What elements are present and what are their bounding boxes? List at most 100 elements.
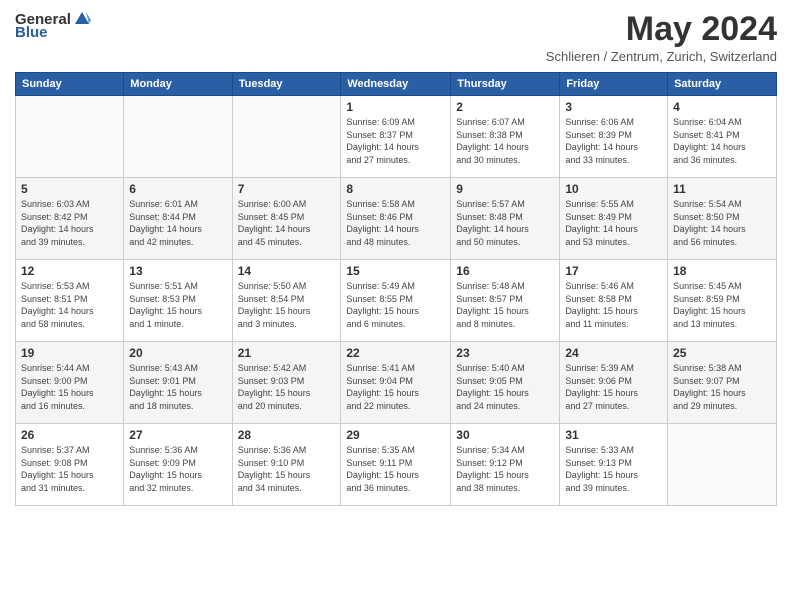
- day-number: 30: [456, 428, 554, 442]
- table-row: 14 Sunrise: 5:50 AM Sunset: 8:54 PM Dayli…: [232, 260, 341, 342]
- day-number: 9: [456, 182, 554, 196]
- table-row: [668, 424, 777, 506]
- day-number: 24: [565, 346, 662, 360]
- table-row: 22 Sunrise: 5:41 AM Sunset: 9:04 PM Dayli…: [341, 342, 451, 424]
- day-info: Sunrise: 5:48 AM Sunset: 8:57 PM Dayligh…: [456, 280, 554, 330]
- day-number: 4: [673, 100, 771, 114]
- day-info: Sunrise: 5:45 AM Sunset: 8:59 PM Dayligh…: [673, 280, 771, 330]
- col-thursday: Thursday: [451, 73, 560, 96]
- title-area: May 2024 Schlieren / Zentrum, Zurich, Sw…: [546, 10, 777, 64]
- day-info: Sunrise: 5:39 AM Sunset: 9:06 PM Dayligh…: [565, 362, 662, 412]
- table-row: 21 Sunrise: 5:42 AM Sunset: 9:03 PM Dayli…: [232, 342, 341, 424]
- subtitle: Schlieren / Zentrum, Zurich, Switzerland: [546, 49, 777, 64]
- table-row: [232, 96, 341, 178]
- day-number: 20: [129, 346, 226, 360]
- table-row: 4 Sunrise: 6:04 AM Sunset: 8:41 PM Daylig…: [668, 96, 777, 178]
- col-saturday: Saturday: [668, 73, 777, 96]
- table-row: 10 Sunrise: 5:55 AM Sunset: 8:49 PM Dayli…: [560, 178, 668, 260]
- day-info: Sunrise: 5:57 AM Sunset: 8:48 PM Dayligh…: [456, 198, 554, 248]
- table-row: 7 Sunrise: 6:00 AM Sunset: 8:45 PM Daylig…: [232, 178, 341, 260]
- table-row: 18Sunrise: 5:45 AM Sunset: 8:59 PM Dayli…: [668, 260, 777, 342]
- table-row: 25 Sunrise: 5:38 AM Sunset: 9:07 PM Dayli…: [668, 342, 777, 424]
- day-number: 23: [456, 346, 554, 360]
- calendar-week-row: 26Sunrise: 5:37 AM Sunset: 9:08 PM Dayli…: [16, 424, 777, 506]
- table-row: 16 Sunrise: 5:48 AM Sunset: 8:57 PM Dayli…: [451, 260, 560, 342]
- day-info: Sunrise: 5:50 AM Sunset: 8:54 PM Dayligh…: [238, 280, 336, 330]
- table-row: 8 Sunrise: 5:58 AM Sunset: 8:46 PM Daylig…: [341, 178, 451, 260]
- day-info: Sunrise: 5:53 AM Sunset: 8:51 PM Dayligh…: [21, 280, 118, 330]
- table-row: 13Sunrise: 5:51 AM Sunset: 8:53 PM Dayli…: [124, 260, 232, 342]
- day-info: Sunrise: 6:09 AM Sunset: 8:37 PM Dayligh…: [346, 116, 445, 166]
- day-info: Sunrise: 5:41 AM Sunset: 9:04 PM Dayligh…: [346, 362, 445, 412]
- table-row: 9 Sunrise: 5:57 AM Sunset: 8:48 PM Daylig…: [451, 178, 560, 260]
- calendar: Sunday Monday Tuesday Wednesday Thursday…: [15, 72, 777, 506]
- table-row: 5Sunrise: 6:03 AM Sunset: 8:42 PM Daylig…: [16, 178, 124, 260]
- day-number: 25: [673, 346, 771, 360]
- day-number: 21: [238, 346, 336, 360]
- day-info: Sunrise: 5:37 AM Sunset: 9:08 PM Dayligh…: [21, 444, 118, 494]
- day-number: 10: [565, 182, 662, 196]
- day-number: 29: [346, 428, 445, 442]
- table-row: 12 Sunrise: 5:53 AM Sunset: 8:51 PM Dayli…: [16, 260, 124, 342]
- day-info: Sunrise: 5:43 AM Sunset: 9:01 PM Dayligh…: [129, 362, 226, 412]
- header: General Blue May 2024 Schlieren / Zentru…: [15, 10, 777, 64]
- table-row: 28 Sunrise: 5:36 AM Sunset: 9:10 PM Dayli…: [232, 424, 341, 506]
- main-title: May 2024: [546, 10, 777, 49]
- day-info: Sunrise: 5:49 AM Sunset: 8:55 PM Dayligh…: [346, 280, 445, 330]
- table-row: 19Sunrise: 5:44 AM Sunset: 9:00 PM Dayli…: [16, 342, 124, 424]
- day-number: 11: [673, 182, 771, 196]
- table-row: 27Sunrise: 5:36 AM Sunset: 9:09 PM Dayli…: [124, 424, 232, 506]
- day-number: 7: [238, 182, 336, 196]
- table-row: 30Sunrise: 5:34 AM Sunset: 9:12 PM Dayli…: [451, 424, 560, 506]
- table-row: 17 Sunrise: 5:46 AM Sunset: 8:58 PM Dayli…: [560, 260, 668, 342]
- day-info: Sunrise: 5:55 AM Sunset: 8:49 PM Dayligh…: [565, 198, 662, 248]
- table-row: 24 Sunrise: 5:39 AM Sunset: 9:06 PM Dayli…: [560, 342, 668, 424]
- day-info: Sunrise: 5:58 AM Sunset: 8:46 PM Dayligh…: [346, 198, 445, 248]
- table-row: 3Sunrise: 6:06 AM Sunset: 8:39 PM Daylig…: [560, 96, 668, 178]
- day-number: 8: [346, 182, 445, 196]
- table-row: 23 Sunrise: 5:40 AM Sunset: 9:05 PM Dayli…: [451, 342, 560, 424]
- day-number: 12: [21, 264, 118, 278]
- day-info: Sunrise: 6:07 AM Sunset: 8:38 PM Dayligh…: [456, 116, 554, 166]
- day-number: 31: [565, 428, 662, 442]
- day-info: Sunrise: 5:42 AM Sunset: 9:03 PM Dayligh…: [238, 362, 336, 412]
- logo-icon: [73, 10, 91, 28]
- col-wednesday: Wednesday: [341, 73, 451, 96]
- day-info: Sunrise: 6:00 AM Sunset: 8:45 PM Dayligh…: [238, 198, 336, 248]
- day-number: 16: [456, 264, 554, 278]
- day-info: Sunrise: 5:46 AM Sunset: 8:58 PM Dayligh…: [565, 280, 662, 330]
- table-row: 29 Sunrise: 5:35 AM Sunset: 9:11 PM Dayli…: [341, 424, 451, 506]
- day-number: 15: [346, 264, 445, 278]
- day-info: Sunrise: 5:51 AM Sunset: 8:53 PM Dayligh…: [129, 280, 226, 330]
- day-number: 22: [346, 346, 445, 360]
- table-row: 2Sunrise: 6:07 AM Sunset: 8:38 PM Daylig…: [451, 96, 560, 178]
- day-info: Sunrise: 5:36 AM Sunset: 9:09 PM Dayligh…: [129, 444, 226, 494]
- day-number: 28: [238, 428, 336, 442]
- table-row: 20 Sunrise: 5:43 AM Sunset: 9:01 PM Dayli…: [124, 342, 232, 424]
- day-info: Sunrise: 5:38 AM Sunset: 9:07 PM Dayligh…: [673, 362, 771, 412]
- logo-blue: Blue: [15, 24, 48, 41]
- calendar-week-row: 1Sunrise: 6:09 AM Sunset: 8:37 PM Daylig…: [16, 96, 777, 178]
- day-info: Sunrise: 6:04 AM Sunset: 8:41 PM Dayligh…: [673, 116, 771, 166]
- day-info: Sunrise: 5:35 AM Sunset: 9:11 PM Dayligh…: [346, 444, 445, 494]
- day-number: 5: [21, 182, 118, 196]
- day-number: 14: [238, 264, 336, 278]
- col-tuesday: Tuesday: [232, 73, 341, 96]
- day-number: 17: [565, 264, 662, 278]
- table-row: 1Sunrise: 6:09 AM Sunset: 8:37 PM Daylig…: [341, 96, 451, 178]
- day-number: 3: [565, 100, 662, 114]
- day-number: 6: [129, 182, 226, 196]
- day-info: Sunrise: 5:36 AM Sunset: 9:10 PM Dayligh…: [238, 444, 336, 494]
- day-info: Sunrise: 5:54 AM Sunset: 8:50 PM Dayligh…: [673, 198, 771, 248]
- table-row: 26Sunrise: 5:37 AM Sunset: 9:08 PM Dayli…: [16, 424, 124, 506]
- calendar-header-row: Sunday Monday Tuesday Wednesday Thursday…: [16, 73, 777, 96]
- table-row: [124, 96, 232, 178]
- page: General Blue May 2024 Schlieren / Zentru…: [0, 0, 792, 612]
- table-row: 15 Sunrise: 5:49 AM Sunset: 8:55 PM Dayli…: [341, 260, 451, 342]
- table-row: 31Sunrise: 5:33 AM Sunset: 9:13 PM Dayli…: [560, 424, 668, 506]
- calendar-week-row: 12 Sunrise: 5:53 AM Sunset: 8:51 PM Dayli…: [16, 260, 777, 342]
- table-row: 11 Sunrise: 5:54 AM Sunset: 8:50 PM Dayli…: [668, 178, 777, 260]
- day-info: Sunrise: 5:40 AM Sunset: 9:05 PM Dayligh…: [456, 362, 554, 412]
- col-sunday: Sunday: [16, 73, 124, 96]
- col-monday: Monday: [124, 73, 232, 96]
